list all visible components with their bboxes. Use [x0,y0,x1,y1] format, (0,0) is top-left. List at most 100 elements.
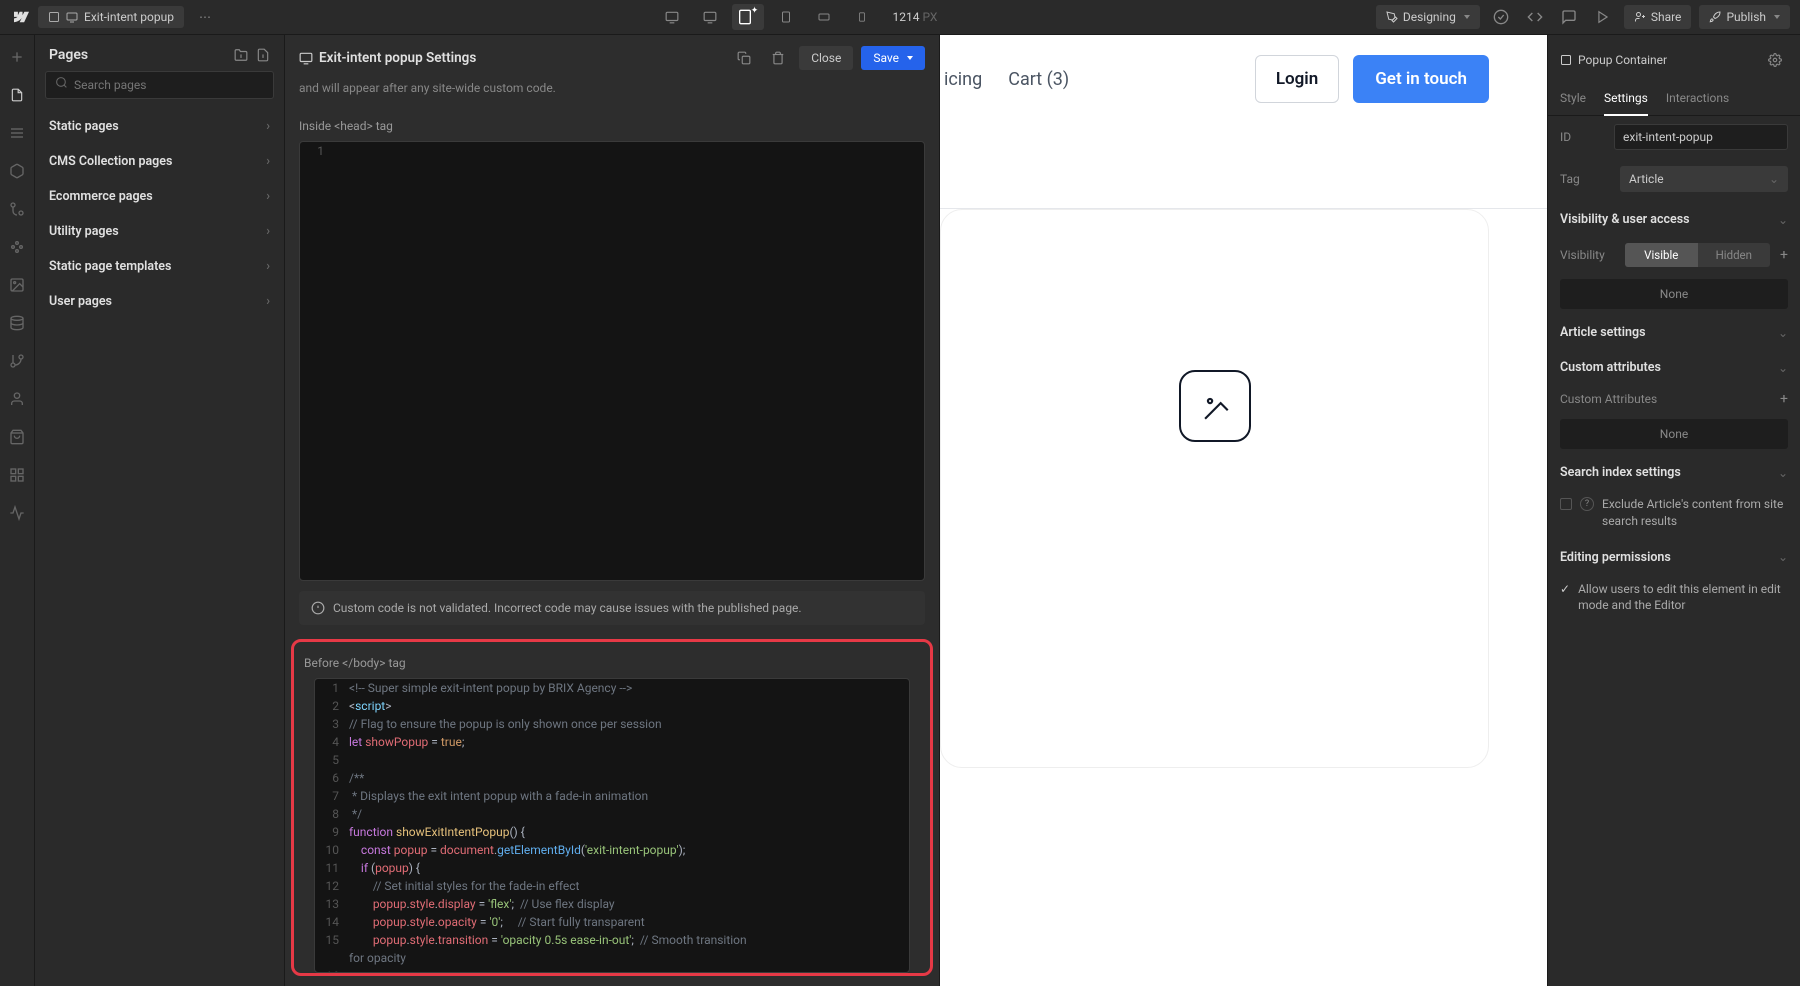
exclude-search-checkbox[interactable] [1560,498,1572,510]
breakpoint-xl-icon[interactable] [656,4,688,30]
chevron-down-icon [907,56,913,60]
topbar: Exit-intent popup ⋯ ✦ 1214 PX Designing … [0,0,1800,35]
pages-icon[interactable] [5,83,29,107]
webflow-logo-icon[interactable] [10,7,30,27]
add-element-icon[interactable] [5,45,29,69]
page-tab[interactable]: Exit-intent popup [38,6,184,28]
apps-icon[interactable] [5,463,29,487]
page-group[interactable]: Ecommerce pages› [35,179,284,214]
visibility-segmented[interactable]: Visible Hidden [1625,243,1770,267]
close-button[interactable]: Close [799,46,853,70]
brush-icon [1386,11,1398,23]
pages-panel: Pages Static pages›CMS Collection pages›… [35,35,285,986]
content-area [940,208,1547,768]
code-warning: Custom code is not validated. Incorrect … [299,591,925,625]
editing-section-title: Editing permissions [1560,550,1671,565]
search-icon [55,76,68,89]
chevron-down-icon[interactable]: ⌄ [1778,466,1788,480]
nav-link[interactable]: Cart (3) [1008,69,1069,90]
add-attribute-icon[interactable]: + [1780,391,1788,407]
visibility-section-title: Visibility & user access [1560,212,1690,227]
tab-interactions[interactable]: Interactions [1666,85,1729,115]
visibility-label: Visibility [1560,248,1615,262]
head-code-editor[interactable]: 1 [299,141,925,581]
new-folder-icon[interactable] [234,48,248,62]
container-icon [1560,54,1572,66]
settings-description: and will appear after any site-wide cust… [285,81,939,109]
id-label: ID [1560,130,1604,144]
audit-icon[interactable] [5,501,29,525]
desktop-icon [299,51,313,65]
breakpoint-mobile-icon[interactable] [846,4,878,30]
chevron-down-icon[interactable]: ⌄ [1778,550,1788,564]
exclude-search-label: Exclude Article's content from site sear… [1602,496,1788,530]
body-code-editor[interactable]: 1<!-- Super simple exit-intent popup by … [314,678,910,973]
nav-link[interactable]: icing [944,69,982,90]
variables-icon[interactable] [5,197,29,221]
page-group[interactable]: Static page templates› [35,249,284,284]
logic-icon[interactable] [5,349,29,373]
left-icon-bar [0,35,35,986]
tab-style[interactable]: Style [1560,85,1586,115]
cms-icon[interactable] [5,311,29,335]
share-button[interactable]: Share [1624,5,1692,29]
navigator-icon[interactable] [5,121,29,145]
copy-icon[interactable] [731,45,757,71]
help-icon[interactable]: ? [1580,497,1594,511]
new-page-icon[interactable] [256,48,270,62]
tag-select[interactable]: Article⌄ [1620,166,1788,192]
breakpoint-desktop-icon[interactable] [694,4,726,30]
canvas-page: icing Cart (3) Login Get in touch [940,35,1547,986]
desktop-icon [66,11,78,23]
trash-icon[interactable] [765,45,791,71]
warning-icon [311,601,325,615]
highlighted-section: Before </body> tag 1<!-- Super simple ex… [291,639,933,976]
chevron-down-icon [1774,15,1780,19]
users-icon[interactable] [5,387,29,411]
more-icon[interactable]: ⋯ [192,4,218,30]
chevron-down-icon[interactable]: ⌄ [1778,361,1788,375]
custom-attributes-none: None [1560,419,1788,449]
id-input[interactable] [1614,124,1788,150]
publish-button[interactable]: Publish [1699,5,1790,29]
check-icon[interactable] [1488,4,1514,30]
breakpoint-tablet-large-icon[interactable]: ✦ [732,4,764,30]
page-settings-panel: Exit-intent popup Settings Close Save an… [285,35,940,986]
designing-mode-button[interactable]: Designing [1376,5,1480,29]
breakpoint-mobile-landscape-icon[interactable] [808,4,840,30]
page-group[interactable]: Static pages› [35,109,284,144]
allow-edit-check-icon[interactable]: ✓ [1560,582,1570,596]
tag-label: Tag [1560,172,1610,186]
play-icon[interactable] [1590,4,1616,30]
allow-edit-label: Allow users to edit this element in edit… [1578,581,1788,615]
chevron-down-icon[interactable]: ⌄ [1778,213,1788,227]
save-button[interactable]: Save [861,46,925,70]
custom-attr-section-title: Custom attributes [1560,360,1661,375]
user-plus-icon [1634,11,1646,23]
canvas-width[interactable]: 1214 PX [892,10,937,24]
page-group[interactable]: User pages› [35,284,284,319]
components-icon[interactable] [5,159,29,183]
page-group[interactable]: Utility pages› [35,214,284,249]
login-button[interactable]: Login [1255,55,1339,103]
style-manager-icon[interactable] [5,235,29,259]
search-pages-input[interactable] [45,71,274,99]
assets-icon[interactable] [5,273,29,297]
selected-element: Popup Container [1560,53,1667,67]
article-section-title: Article settings [1560,325,1646,340]
visibility-conditions-none: None [1560,279,1788,309]
body-code-label: Before </body> tag [300,646,924,678]
tab-settings[interactable]: Settings [1604,85,1648,115]
code-icon[interactable] [1522,4,1548,30]
canvas[interactable]: icing Cart (3) Login Get in touch [940,35,1547,986]
page-group[interactable]: CMS Collection pages› [35,144,284,179]
head-code-label: Inside <head> tag [285,109,939,141]
page-icon [48,11,60,23]
breakpoint-tablet-icon[interactable] [770,4,802,30]
get-in-touch-button[interactable]: Get in touch [1353,55,1489,103]
comment-icon[interactable] [1556,4,1582,30]
ecommerce-icon[interactable] [5,425,29,449]
settings-gear-icon[interactable] [1762,47,1788,73]
chevron-down-icon[interactable]: ⌄ [1778,326,1788,340]
add-condition-icon[interactable]: + [1780,247,1788,263]
